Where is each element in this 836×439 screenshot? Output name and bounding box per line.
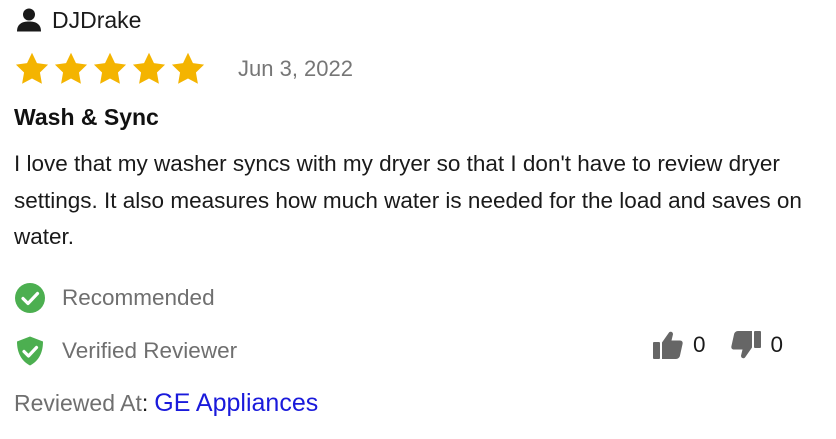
- reviewed-at-site-link[interactable]: GE Appliances: [154, 389, 318, 417]
- thumbs-up-icon: [653, 331, 683, 359]
- check-circle-icon: [15, 283, 45, 313]
- review-author: DJDrake: [16, 6, 141, 34]
- reviewed-at: Reviewed At: GE Appliances: [14, 387, 318, 419]
- verified-reviewer-label: Verified Reviewer: [62, 338, 238, 363]
- star-icon: [54, 52, 88, 84]
- reviewed-at-label: Reviewed At: [14, 390, 142, 416]
- star-icon: [132, 52, 166, 84]
- review-card: DJDrake Jun 3, 2022 Wash & Sync I love t…: [0, 0, 836, 439]
- reviewed-at-separator: :: [141, 390, 149, 416]
- rating-row: Jun 3, 2022: [14, 50, 353, 88]
- verified-reviewer-badge: Verified Reviewer: [14, 335, 237, 367]
- recommended-label: Recommended: [62, 285, 215, 310]
- recommended-badge: Recommended: [14, 282, 215, 314]
- vote-controls: 0 0: [652, 330, 783, 360]
- thumbs-down-icon: [730, 331, 761, 359]
- helpful-vote-button[interactable]: 0: [652, 330, 706, 360]
- unhelpful-vote-button[interactable]: 0: [730, 330, 784, 360]
- star-icon: [93, 52, 127, 84]
- unhelpful-count: 0: [770, 332, 784, 357]
- review-title: Wash & Sync: [14, 104, 159, 130]
- helpful-count: 0: [693, 332, 706, 357]
- shield-check-icon: [17, 336, 43, 366]
- author-name: DJDrake: [52, 7, 142, 33]
- review-body: I love that my washer syncs with my drye…: [14, 151, 802, 249]
- person-icon: [17, 8, 41, 32]
- star-rating: [14, 51, 206, 87]
- review-date: Jun 3, 2022: [238, 56, 353, 81]
- star-icon: [15, 52, 49, 84]
- star-icon: [171, 52, 205, 84]
